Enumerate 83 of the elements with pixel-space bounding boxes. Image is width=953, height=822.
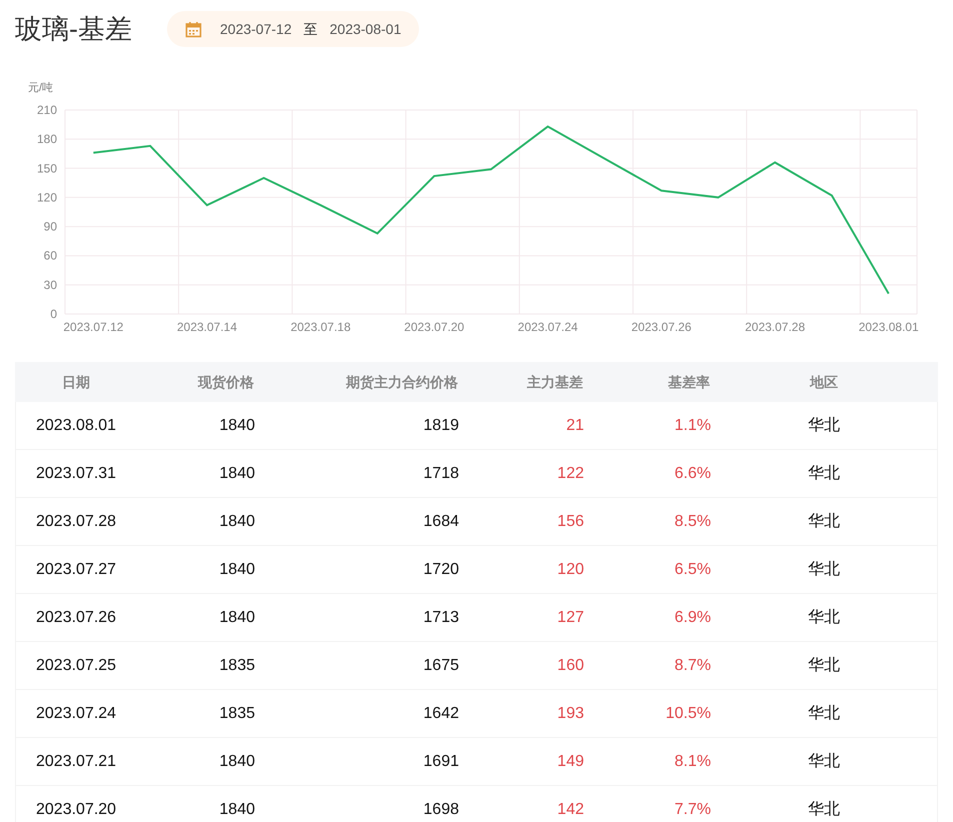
- table-cell-text: 1675: [422, 656, 459, 676]
- table-cell-text: 10.5%: [664, 704, 711, 724]
- x-axis-label: 2023.07.12: [63, 320, 124, 334]
- table-cell-text: 160: [556, 656, 584, 676]
- table-cell-text: 8.1%: [674, 752, 711, 772]
- y-axis-label: 150: [36, 161, 57, 176]
- table-cell-text: 1840: [218, 752, 255, 772]
- x-axis-label: 2023.07.14: [176, 320, 238, 334]
- table-cell-text: 华北: [807, 560, 841, 580]
- column-header: 现货价格: [196, 372, 254, 392]
- table-cell-text: 6.5%: [674, 560, 711, 580]
- x-axis-label: 2023.07.18: [290, 320, 351, 334]
- table-cell-text: 7.7%: [674, 800, 711, 820]
- table-cell-text: 2023.07.26: [35, 608, 118, 628]
- column-header: 期货主力合约价格: [345, 372, 458, 392]
- y-axis-label: 210: [36, 103, 57, 117]
- y-axis-label: 30: [44, 278, 57, 292]
- table-cell-text: 21: [565, 416, 584, 436]
- x-axis-label: 2023.07.20: [404, 320, 464, 334]
- table-cell-text: 华北: [807, 800, 841, 820]
- column-header: 日期: [61, 372, 91, 392]
- table-cell-text: 122: [556, 464, 584, 484]
- table-cell-text: 2023.07.24: [35, 704, 118, 724]
- table-cell-text: 华北: [807, 512, 841, 532]
- table-cell-text: 6.9%: [674, 608, 711, 628]
- table-cell-text: 2023.07.27: [35, 560, 118, 580]
- x-axis-label: 2023.08.01: [858, 320, 919, 334]
- table-cell-text: 华北: [807, 752, 841, 772]
- table-cell-text: 1642: [422, 704, 459, 724]
- table-cell-text: 华北: [807, 704, 841, 724]
- column-header: 主力基差: [526, 372, 583, 392]
- end-date: 2023-08-01: [330, 20, 402, 38]
- table-cell-text: 1840: [218, 800, 255, 820]
- table-cell-text: 2023.07.25: [35, 656, 118, 676]
- table-cell-text: 1840: [218, 512, 255, 532]
- table-cell-text: 8.7%: [674, 656, 711, 676]
- table-cell-text: 华北: [807, 608, 841, 628]
- table-cell-text: 142: [556, 800, 584, 820]
- start-date: 2023-07-12: [220, 20, 292, 38]
- axis-unit: 元/吨: [28, 82, 54, 94]
- x-axis-label: 2023.07.26: [631, 320, 692, 334]
- calendar-icon: [185, 20, 202, 38]
- table-cell-text: 2023.07.28: [35, 512, 118, 532]
- table-cell-text: 1840: [218, 464, 255, 484]
- table-cell-text: 华北: [807, 416, 841, 436]
- table-cell-text: 6.6%: [674, 464, 711, 484]
- table-cell-text: 2023.07.21: [35, 752, 118, 772]
- table-cell-text: 1840: [218, 560, 255, 580]
- table-cell-text: 156: [556, 512, 584, 532]
- table-cell-text: 1720: [422, 560, 459, 580]
- table-cell-text: 华北: [807, 656, 841, 676]
- column-header: 基差率: [667, 372, 710, 392]
- table-cell-text: 2023.08.01: [35, 416, 118, 436]
- table-cell-text: 1840: [218, 416, 255, 436]
- table-cell-text: 1835: [218, 656, 255, 676]
- column-header: 地区: [808, 372, 839, 392]
- date-range-picker[interactable]: 2023-07-12 至 2023-08-01: [167, 11, 420, 47]
- table-cell-text: 1713: [422, 608, 459, 628]
- table-cell-text: 120: [556, 560, 584, 580]
- table-cell-text: 2023.07.20: [35, 800, 118, 820]
- page-title: 玻璃-基差: [15, 12, 132, 46]
- table-cell-text: 1718: [422, 464, 459, 484]
- y-axis-label: 0: [50, 307, 57, 321]
- table-cell-text: 1684: [422, 512, 459, 532]
- x-axis-label: 2023.07.24: [518, 320, 578, 334]
- y-axis-label: 180: [36, 132, 57, 146]
- table-cell-text: 1840: [218, 608, 255, 628]
- y-axis-label: 90: [44, 220, 57, 234]
- x-axis-label: 2023.07.28: [744, 320, 806, 334]
- table-cell-text: 127: [556, 608, 584, 628]
- table-cell-text: 149: [556, 752, 584, 772]
- table-cell-text: 华北: [807, 464, 841, 484]
- table-cell-text: 1819: [422, 416, 459, 436]
- table-cell-text: 2023.07.31: [35, 464, 118, 484]
- table-cell-text: 1698: [422, 800, 459, 820]
- table-cell-text: 1.1%: [674, 416, 711, 436]
- y-axis-label: 60: [44, 248, 57, 263]
- table-cell-text: 1835: [218, 704, 255, 724]
- table-cell-text: 193: [556, 704, 584, 724]
- table-cell-text: 8.5%: [674, 512, 711, 532]
- date-separator: 至: [304, 20, 318, 38]
- y-axis-label: 120: [36, 190, 57, 204]
- table-cell-text: 1691: [422, 752, 459, 772]
